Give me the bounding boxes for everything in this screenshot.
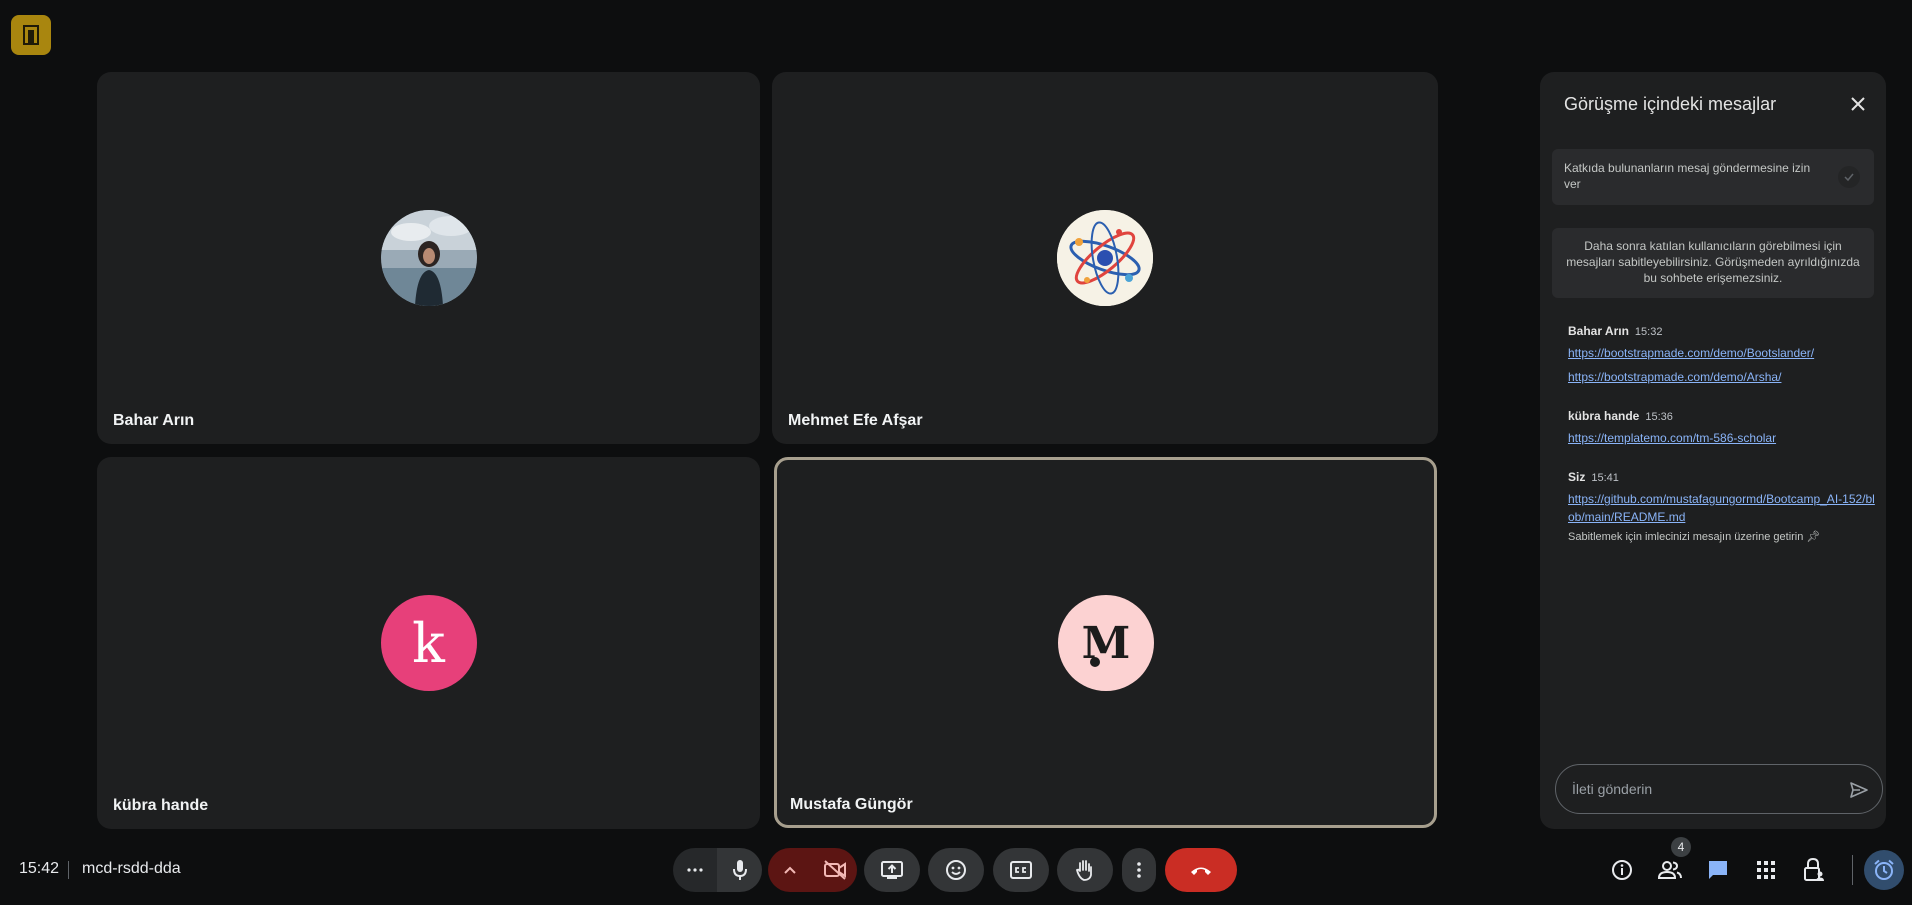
participant-tile-bahar[interactable]: Bahar Arın — [97, 72, 760, 444]
pin-hint-text: Sabitlemek için imlecinizi mesajın üzeri… — [1568, 531, 1804, 543]
allow-messages-toggle[interactable] — [1838, 166, 1860, 188]
people-button[interactable] — [1654, 854, 1686, 886]
close-panel-button[interactable] — [1844, 90, 1872, 118]
chat-icon — [1709, 861, 1727, 879]
message-time: 15:41 — [1591, 472, 1619, 484]
pin-icon: 📌︎ — [1806, 531, 1821, 543]
message-sender: kübra hande — [1568, 409, 1640, 423]
chat-button[interactable] — [1702, 854, 1734, 886]
meeting-clock: 15:42 — [19, 860, 60, 877]
message-link[interactable]: https://github.com/mustafagungormd/Bootc… — [1568, 490, 1878, 526]
allow-messages-toggle-row[interactable]: Katkıda bulunanların mesaj göndermesine … — [1552, 149, 1874, 205]
emoji-icon — [946, 860, 966, 880]
close-icon — [1851, 97, 1865, 111]
avatar-atom — [1057, 210, 1153, 306]
hang-up-icon — [1191, 867, 1211, 875]
send-icon — [1850, 782, 1868, 798]
lock-person-icon — [1804, 858, 1824, 881]
activities-button[interactable] — [1750, 854, 1782, 886]
participant-tile-kubra[interactable]: k kübra hande — [97, 457, 760, 829]
pin-info: Daha sonra katılan kullanıcıların görebi… — [1552, 228, 1874, 298]
toggle-label: Katkıda bulunanların mesaj göndermesine … — [1564, 161, 1811, 191]
avatar-logo: M — [1057, 594, 1154, 691]
avatar-photo — [380, 210, 477, 306]
apps-grid-icon — [1757, 861, 1775, 879]
camera-button[interactable] — [812, 848, 857, 892]
message-input[interactable] — [1572, 765, 1832, 813]
camera-off-icon — [823, 860, 846, 880]
panel-title: Görüşme içindeki mesajlar — [1564, 94, 1777, 114]
check-icon — [1844, 173, 1854, 182]
message-group: Siz 15:41 https://github.com/mustafagungo… — [1568, 470, 1878, 543]
message-group: kübra hande 15:36 https://templatemo.com/… — [1568, 409, 1878, 447]
microphone-icon — [732, 860, 747, 880]
message-group: Bahar Arın 15:32 https://bootstrapmade.co… — [1568, 324, 1878, 386]
participant-name: Mustafa Güngör — [790, 796, 913, 813]
divider — [1852, 855, 1853, 885]
captions-icon — [1010, 861, 1032, 879]
message-sender: Siz — [1568, 470, 1586, 484]
mic-button[interactable] — [717, 848, 762, 892]
more-horizontal-icon — [687, 868, 703, 872]
message-link[interactable]: https://bootstrapmade.com/demo/Arsha/ — [1568, 368, 1878, 386]
door-icon — [23, 25, 39, 45]
message-compose — [1555, 764, 1883, 814]
video-options-button[interactable] — [768, 848, 812, 892]
present-icon — [881, 861, 903, 879]
message-time: 15:36 — [1645, 411, 1673, 423]
atom-icon — [1057, 210, 1153, 306]
camera-group — [768, 848, 857, 892]
captions-button[interactable] — [993, 848, 1049, 892]
raise-hand-button[interactable] — [1057, 848, 1113, 892]
room-badge[interactable] — [11, 15, 51, 55]
alarm-clock-icon — [1874, 859, 1894, 880]
participant-tile-mehmet[interactable]: Mehmet Efe Afşar — [772, 72, 1438, 444]
mic-group — [673, 848, 762, 892]
meeting-info-button[interactable] — [1606, 854, 1638, 886]
message-link[interactable]: https://templatemo.com/tm-586-scholar — [1568, 429, 1878, 447]
hand-icon — [1075, 860, 1092, 881]
participant-name: Bahar Arın — [113, 412, 195, 429]
message-sender: Bahar Arın — [1568, 324, 1629, 338]
more-vertical-icon — [1137, 862, 1141, 878]
participant-name: Mehmet Efe Afşar — [788, 412, 923, 429]
participant-name: kübra hande — [113, 797, 208, 815]
people-icon — [1658, 861, 1682, 879]
host-controls-button[interactable] — [1798, 854, 1830, 886]
timer-button[interactable] — [1864, 850, 1904, 890]
present-screen-button[interactable] — [864, 848, 920, 892]
chat-panel: Görüşme içindeki mesajlar Katkıda buluna… — [1540, 72, 1886, 829]
message-link[interactable]: https://bootstrapmade.com/demo/Bootsland… — [1568, 344, 1878, 362]
pin-hint: Sabitlemek için imlecinizi mesajın üzeri… — [1568, 530, 1878, 543]
avatar-initial: k — [380, 595, 477, 691]
participant-name-text: kübra hande — [113, 797, 209, 814]
m-logo-icon: M — [1081, 618, 1130, 668]
leave-call-button[interactable] — [1165, 848, 1237, 892]
message-time: 15:32 — [1634, 326, 1663, 338]
more-options-button[interactable] — [1122, 848, 1156, 892]
participant-tile-mustafa[interactable]: M Mustafa Güngör — [774, 457, 1437, 828]
audio-options-button[interactable] — [673, 848, 717, 892]
svg-text:M: M — [1081, 618, 1130, 668]
send-button[interactable] — [1846, 777, 1872, 803]
meeting-code: mcd-rsdd-dda — [82, 860, 181, 877]
chevron-up-icon — [784, 866, 796, 874]
people-count-badge: 4 — [1671, 837, 1691, 857]
divider — [68, 861, 69, 879]
reactions-button[interactable] — [928, 848, 984, 892]
info-icon — [1612, 860, 1632, 880]
